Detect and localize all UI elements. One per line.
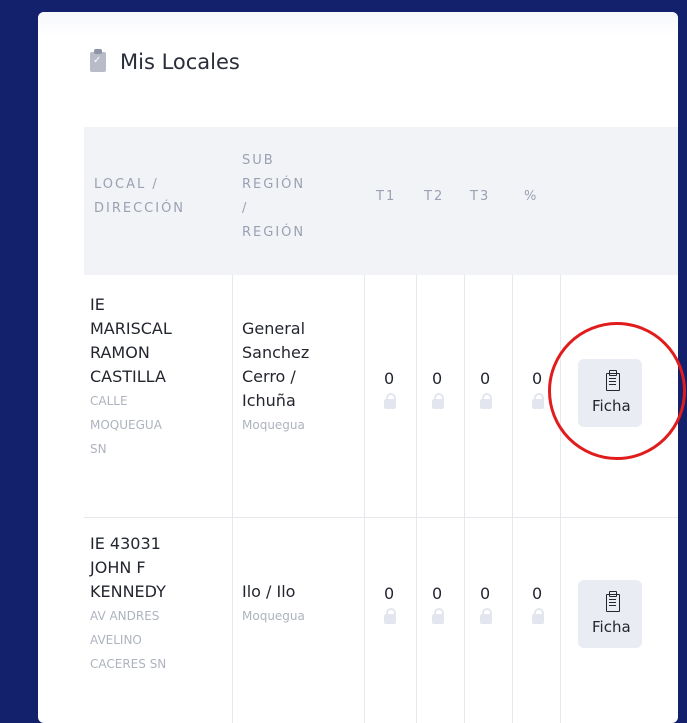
local-name-line: KENNEDY bbox=[90, 582, 166, 601]
ficha-button[interactable]: Ficha bbox=[578, 580, 642, 648]
header-sub-line4: REGIÓN bbox=[242, 225, 306, 240]
lock-icon[interactable] bbox=[532, 393, 544, 409]
local-name-line: RAMON bbox=[90, 343, 150, 362]
lock-icon[interactable] bbox=[532, 608, 544, 624]
header-t2: T2 bbox=[424, 189, 445, 204]
header-sub-line2: REGIÓN bbox=[242, 177, 306, 192]
local-address-line: AVELINO bbox=[90, 633, 142, 647]
header-pct: % bbox=[524, 189, 539, 204]
header-sub-line1: SUB bbox=[242, 153, 275, 168]
clipboard-check-icon bbox=[90, 49, 106, 72]
region-label: Moquegua bbox=[242, 418, 305, 432]
subregion-line: Sanchez bbox=[242, 343, 310, 362]
title-row: Mis Locales bbox=[90, 49, 240, 74]
subregion-region: General Sanchez Cerro / Ichuña Moquegua bbox=[242, 317, 309, 437]
subregion-region: Ilo / Ilo Moquegua bbox=[242, 580, 305, 628]
page-title: Mis Locales bbox=[120, 50, 240, 74]
local-name: IE MARISCAL RAMON CASTILLA CALLE MOQUEGU… bbox=[90, 293, 172, 461]
local-name-line: CASTILLA bbox=[90, 367, 166, 386]
header-local-line1: LOCAL / bbox=[94, 177, 159, 192]
lock-icon[interactable] bbox=[480, 608, 492, 624]
t3-value: 0 bbox=[480, 584, 491, 603]
subregion-line: Ilo / Ilo bbox=[242, 582, 296, 601]
lock-icon[interactable] bbox=[432, 393, 444, 409]
header-t3: T3 bbox=[470, 189, 491, 204]
local-name-line: JOHN F bbox=[90, 558, 146, 577]
local-name-line: IE bbox=[90, 295, 105, 314]
local-name-line: IE 43031 bbox=[90, 534, 161, 553]
pct-value: 0 bbox=[532, 369, 543, 388]
ficha-button-label: Ficha bbox=[592, 618, 631, 636]
local-name: IE 43031 JOHN F KENNEDY AV ANDRES AVELIN… bbox=[90, 532, 166, 676]
header-t1: T1 bbox=[376, 189, 397, 204]
t1-value: 0 bbox=[384, 584, 395, 603]
local-address-line: MOQUEGUA bbox=[90, 418, 162, 432]
header-sub-line3: / bbox=[242, 201, 249, 216]
local-address-line: CACERES SN bbox=[90, 657, 167, 671]
card-top-shade bbox=[38, 12, 678, 36]
highlight-circle bbox=[548, 322, 686, 460]
lock-icon[interactable] bbox=[384, 608, 396, 624]
local-address-line: CALLE bbox=[90, 394, 128, 408]
header-local-line2: DIRECCIÓN bbox=[94, 201, 186, 216]
table-header: LOCAL / DIRECCIÓN SUB REGIÓN / REGIÓN T1… bbox=[84, 127, 678, 275]
lock-icon[interactable] bbox=[432, 608, 444, 624]
t2-value: 0 bbox=[432, 369, 443, 388]
subregion-line: Ichuña bbox=[242, 391, 296, 410]
t3-value: 0 bbox=[480, 369, 491, 388]
local-address-line: SN bbox=[90, 442, 107, 456]
t1-value: 0 bbox=[384, 369, 395, 388]
subregion-line: General bbox=[242, 319, 306, 338]
local-address-line: AV ANDRES bbox=[90, 609, 160, 623]
subregion-line: Cerro / bbox=[242, 367, 296, 386]
region-label: Moquegua bbox=[242, 609, 305, 623]
clipboard-icon bbox=[606, 591, 620, 612]
pct-value: 0 bbox=[532, 584, 543, 603]
lock-icon[interactable] bbox=[384, 393, 396, 409]
lock-icon[interactable] bbox=[480, 393, 492, 409]
local-name-line: MARISCAL bbox=[90, 319, 172, 338]
t2-value: 0 bbox=[432, 584, 443, 603]
table-row: IE 43031 JOHN F KENNEDY AV ANDRES AVELIN… bbox=[84, 518, 678, 723]
